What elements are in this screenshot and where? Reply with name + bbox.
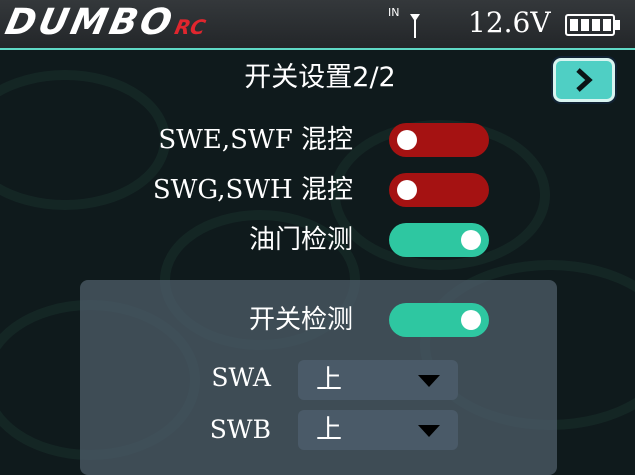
switch-check-toggle[interactable]: [389, 303, 489, 337]
header-divider: [0, 48, 635, 50]
voltage-readout: 12.6V: [468, 6, 551, 39]
signal-icon: IN: [388, 6, 428, 40]
toggle-knob: [397, 180, 417, 200]
toggle-knob: [461, 230, 481, 250]
switch-check-label: 开关检测: [248, 305, 353, 335]
status-bar: DUMBORC IN 12.6V: [0, 0, 635, 48]
caret-down-icon: [418, 425, 440, 437]
next-page-button[interactable]: [553, 58, 615, 102]
swb-select[interactable]: 上: [298, 410, 458, 450]
throttle-check-toggle[interactable]: [389, 223, 489, 257]
battery-icon: [565, 14, 621, 36]
signal-tag: IN: [388, 6, 400, 19]
swg-swh-mix-toggle[interactable]: [389, 173, 489, 207]
swa-value: 上: [316, 365, 343, 395]
caret-down-icon: [418, 375, 440, 387]
chevron-right-icon: [576, 68, 593, 92]
swg-swh-mix-label: SWG,SWH 混控: [152, 175, 353, 205]
toggle-knob: [461, 310, 481, 330]
swe-swf-mix-label: SWE,SWF 混控: [158, 125, 353, 155]
swb-label: SWB: [209, 415, 271, 444]
swa-select[interactable]: 上: [298, 360, 458, 400]
swa-label: SWA: [211, 363, 271, 392]
throttle-check-label: 油门检测: [248, 225, 353, 255]
swb-value: 上: [316, 415, 343, 445]
toggle-knob: [397, 130, 417, 150]
swe-swf-mix-toggle[interactable]: [389, 123, 489, 157]
brand-logo: DUMBORC: [1, 2, 208, 43]
page-title: 开关设置2/2: [244, 62, 396, 93]
